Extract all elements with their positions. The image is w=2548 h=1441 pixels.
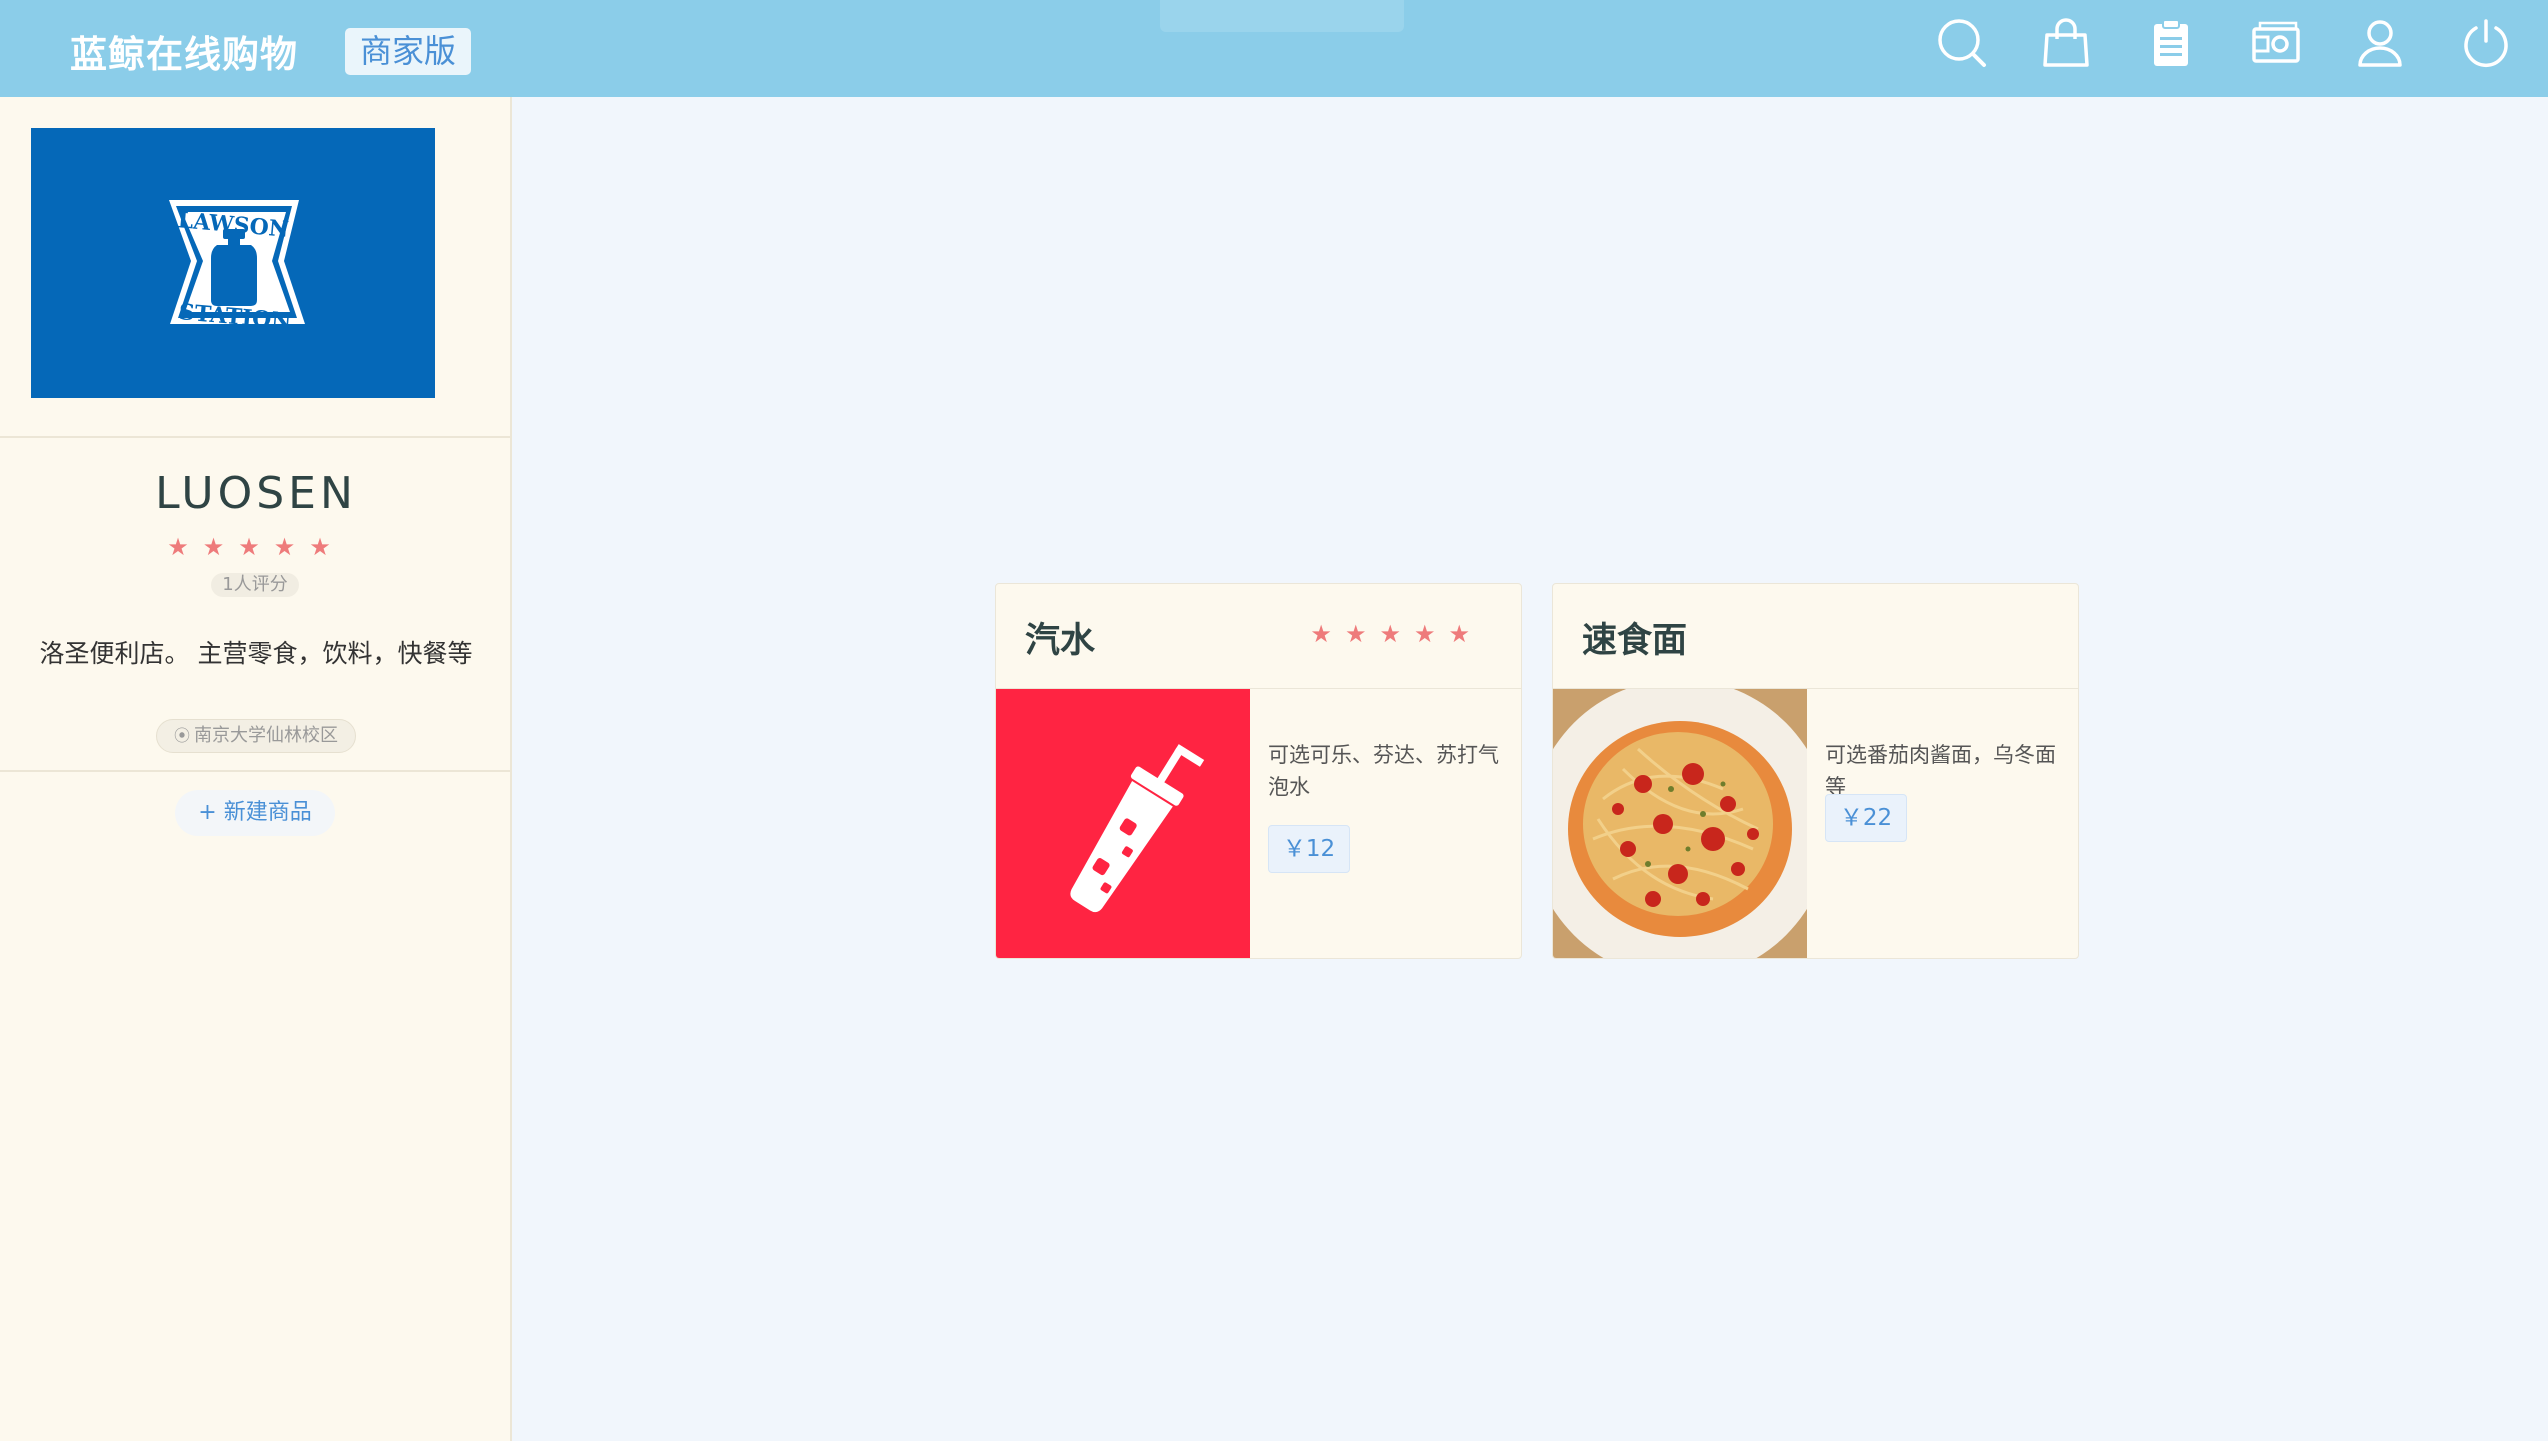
product-card[interactable]: 汽水 ★★★★★ 可选可乐、芬达、苏打气泡水 ￥12 xyxy=(995,583,1522,959)
top-navigation-bar: 蓝鲸在线购物 商家版 xyxy=(0,0,2548,97)
edition-badge: 商家版 xyxy=(345,28,471,75)
location-text: 南京大学仙林校区 xyxy=(194,725,338,746)
shopping-bag-icon[interactable] xyxy=(2040,17,2092,69)
store-description: 洛圣便利店。 主营零食，饮料，快餐等 xyxy=(39,639,473,668)
store-name: LUOSEN xyxy=(155,468,357,519)
new-product-button[interactable]: + 新建商品 xyxy=(175,790,335,836)
location-pin-icon: ⦿ xyxy=(173,726,190,745)
store-logo: LAWSON STATION xyxy=(31,128,435,398)
store-info-section: LUOSEN ★★★★★ 1人评分 洛圣便利店。 主营零食，饮料，快餐等 ⦿ 南京… xyxy=(0,438,512,772)
store-rating-stars: ★★★★★ xyxy=(167,533,345,561)
product-card-header: 汽水 ★★★★★ xyxy=(996,584,1521,689)
user-icon[interactable] xyxy=(2354,17,2406,69)
product-title: 速食面 xyxy=(1582,621,1688,661)
app-title: 蓝鲸在线购物 xyxy=(70,33,298,76)
clipboard-icon[interactable] xyxy=(2145,17,2197,69)
store-logo-section: LAWSON STATION xyxy=(0,97,512,438)
wallet-icon[interactable] xyxy=(2250,17,2302,69)
search-icon[interactable] xyxy=(1936,17,1988,69)
product-description: 可选可乐、芬达、苏打气泡水 xyxy=(1268,743,1499,799)
product-price: ￥12 xyxy=(1268,825,1350,873)
store-sidebar: LAWSON STATION LUOSEN ★★★★★ 1人评分 洛圣便利店。 … xyxy=(0,97,512,1441)
spaghetti-photo xyxy=(1553,689,1807,958)
product-price: ￥22 xyxy=(1825,794,1907,842)
soda-drink-icon xyxy=(996,689,1250,958)
rating-count-badge: 1人评分 xyxy=(211,573,299,597)
product-rating-stars: ★★★★★ xyxy=(1310,620,1483,648)
product-card-header: 速食面 xyxy=(1553,584,2078,689)
tab-handle xyxy=(1160,0,1404,32)
product-title: 汽水 xyxy=(1025,621,1096,661)
power-icon[interactable] xyxy=(2460,17,2512,69)
product-card[interactable]: 速食面 可选番茄肉酱面，乌冬面等 ￥22 xyxy=(1552,583,2079,959)
location-tag: ⦿ 南京大学仙林校区 xyxy=(156,719,356,753)
